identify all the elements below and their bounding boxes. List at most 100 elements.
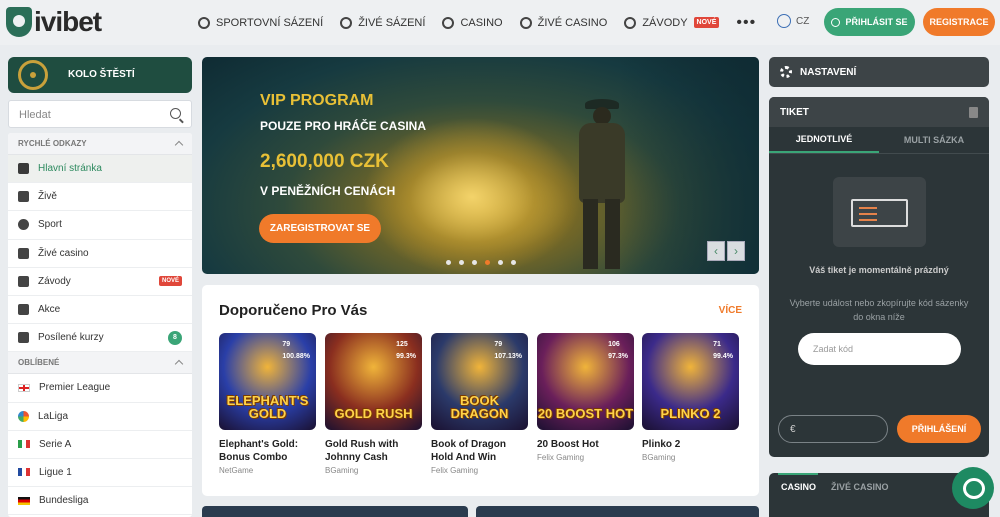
nav-sports[interactable]: SPORTOVNÍ SÁZENÍ <box>198 16 324 29</box>
rtp-value: 97.3% <box>608 353 628 360</box>
bet-slip-login-button[interactable]: PŘIHLÁŠENÍ <box>897 415 981 443</box>
sidebar-item-label: Bundesliga <box>39 495 89 507</box>
banner-subtitle: POUZE PRO HRÁČE CASINA <box>260 119 427 133</box>
tab-casino[interactable]: CASINO <box>781 482 816 492</box>
trash-icon[interactable] <box>969 106 978 118</box>
casino-chip-icon <box>442 16 455 29</box>
recommended-section: Doporučeno Pro Vás VÍCE 79 100.88% ELEPHAN… <box>202 285 759 496</box>
search-icon[interactable] <box>170 108 181 119</box>
sidebar-item-bundesliga[interactable]: Bundesliga <box>8 487 192 516</box>
explorer-leg <box>605 199 620 269</box>
ticket-shape <box>851 199 908 227</box>
banner-register-button[interactable]: ZAREGISTROVAT SE <box>259 214 381 243</box>
sidebar-item-label: Živě <box>38 191 57 203</box>
chevron-left-icon[interactable]: ‹ <box>707 241 725 261</box>
carousel-dot[interactable] <box>485 260 490 265</box>
user-icon <box>831 17 841 27</box>
register-button[interactable]: REGISTRACE <box>923 8 995 36</box>
carousel-dot[interactable] <box>446 260 451 265</box>
laliga-icon <box>18 410 29 422</box>
sidebar-item-label: Premier League <box>39 382 111 394</box>
game-thumbnail[interactable]: 125 99.3% GOLD RUSH <box>325 333 422 430</box>
game-name[interactable]: 20 Boost Hot <box>537 438 634 451</box>
sidebar-item-sport[interactable]: Sport <box>8 211 192 240</box>
settings-button[interactable]: NASTAVENÍ <box>769 57 989 87</box>
carousel-dot[interactable] <box>459 260 464 265</box>
game-stats: 79 107.13% <box>494 341 522 365</box>
bet-code-input[interactable]: Zadat kód <box>798 333 961 365</box>
game-thumbnail[interactable]: 79 100.88% ELEPHANT'S GOLD <box>219 333 316 430</box>
sidebar-item-label: Posílené kurzy <box>38 332 104 344</box>
nav-races[interactable]: ZÁVODY NOVÉ <box>624 16 720 29</box>
sidebar-item-label: Sport <box>38 219 62 231</box>
sidebar-item-label: Serie A <box>39 438 72 450</box>
logo[interactable]: ivibet <box>6 6 102 38</box>
game-thumbnail[interactable]: 71 99.4% PLINKO 2 <box>642 333 739 430</box>
tab-multi[interactable]: MULTI SÁZKA <box>879 127 989 153</box>
language-selector[interactable]: CZ <box>777 14 809 28</box>
soccer-ball-icon <box>198 16 210 29</box>
game-name[interactable]: Book of Dragon Hold And Win <box>431 438 528 464</box>
sidebar-item-home[interactable]: Hlavní stránka <box>8 155 192 184</box>
bet-slip: TIKET JEDNOTLIVÉ MULTI SÁZKA Váš tiket j… <box>769 97 989 457</box>
language-code: CZ <box>796 15 810 27</box>
live-casino-icon <box>18 247 29 259</box>
game-card[interactable]: 71 99.4% PLINKO 2 Plinko 2 BGaming <box>642 333 739 462</box>
favorites-header[interactable]: OBLÍBENÉ <box>8 352 192 375</box>
sidebar-item-label: Hlavní stránka <box>38 163 102 175</box>
nav-races-label: ZÁVODY <box>642 16 688 29</box>
recommended-more-link[interactable]: VÍCE <box>719 305 742 316</box>
game-provider: BGaming <box>642 453 676 462</box>
game-card[interactable]: 125 99.3% GOLD RUSH Gold Rush with Johnny C… <box>325 333 422 475</box>
sidebar-item-boosted-odds[interactable]: Posílené kurzy 8 <box>8 324 192 353</box>
game-provider: Felix Gaming <box>537 453 585 462</box>
nav-live-casino[interactable]: ŽIVÉ CASINO <box>519 16 607 29</box>
more-menu-icon[interactable]: ••• <box>736 14 756 32</box>
game-name[interactable]: Gold Rush with Johnny Cash <box>325 438 422 464</box>
home-icon <box>18 163 29 175</box>
search-input[interactable]: Hledat <box>8 100 192 128</box>
ticket-line <box>859 207 877 209</box>
sidebar-item-promotions[interactable]: Akce <box>8 296 192 325</box>
promotions-icon <box>18 304 29 316</box>
game-stats: 106 97.3% <box>608 341 628 365</box>
sidebar-item-live[interactable]: Živě <box>8 183 192 212</box>
carousel-dot[interactable] <box>498 260 503 265</box>
game-thumbnail[interactable]: 79 107.13% BOOK DRAGON <box>431 333 528 430</box>
tab-live-casino[interactable]: ŽIVÉ CASINO <box>831 482 889 492</box>
login-button[interactable]: PŘIHLÁSIT SE <box>824 8 915 36</box>
stake-input[interactable]: € <box>778 415 888 443</box>
game-thumbnail[interactable]: 106 97.3% 20 BOOST HOT <box>537 333 634 430</box>
carousel-dot[interactable] <box>511 260 516 265</box>
sidebar-item-premier-league[interactable]: Premier League <box>8 374 192 403</box>
game-name[interactable]: Elephant's Gold: Bonus Combo <box>219 438 316 464</box>
sidebar-item-races[interactable]: Závody NOVÉ <box>8 268 192 296</box>
tab-single[interactable]: JEDNOTLIVÉ <box>769 127 879 153</box>
sidebar-item-ligue-1[interactable]: Ligue 1 <box>8 459 192 488</box>
carousel-dots <box>446 260 524 265</box>
header: ivibet SPORTOVNÍ SÁZENÍ ŽIVÉ SÁZENÍ CASI… <box>0 0 1000 45</box>
carousel-dot[interactable] <box>472 260 477 265</box>
favorites-title: OBLÍBENÉ <box>18 358 60 368</box>
sidebar-item-serie-a[interactable]: Serie A <box>8 431 192 459</box>
players-count: 125 <box>396 341 408 348</box>
game-card[interactable]: 106 97.3% 20 BOOST HOT 20 Boost Hot Felix Ga… <box>537 333 634 462</box>
brand-name: ivibet <box>34 6 102 37</box>
nav-casino[interactable]: CASINO <box>442 16 503 29</box>
nav-live-betting[interactable]: ŽIVÉ SÁZENÍ <box>340 16 425 29</box>
empty-description: Vyberte událost nebo zkopírujte kód sáze… <box>789 298 969 322</box>
chat-icon[interactable] <box>952 467 994 509</box>
game-card[interactable]: 79 107.13% BOOK DRAGON Book of Dragon Hold … <box>431 333 528 475</box>
promo-banner[interactable]: VIP PROGRAM POUZE PRO HRÁČE CASINA 2,600… <box>202 57 759 274</box>
quick-links-header[interactable]: RYCHLÉ ODKAZY <box>8 133 192 155</box>
game-card[interactable]: 79 100.88% ELEPHANT'S GOLD Elephant's Gold:… <box>219 333 316 475</box>
wheel-of-fortune-banner[interactable]: KOLO ŠTĚSTÍ <box>8 57 192 93</box>
nav-sports-label: SPORTOVNÍ SÁZENÍ <box>216 16 324 29</box>
sidebar-item-live-casino[interactable]: Živé casino <box>8 240 192 268</box>
ticket-line <box>859 213 877 215</box>
game-name[interactable]: Plinko 2 <box>642 438 739 451</box>
sidebar-item-laliga[interactable]: LaLiga <box>8 403 192 431</box>
players-count: 79 <box>282 341 291 348</box>
game-provider: NetGame <box>219 466 254 475</box>
chevron-right-icon[interactable]: › <box>727 241 745 261</box>
